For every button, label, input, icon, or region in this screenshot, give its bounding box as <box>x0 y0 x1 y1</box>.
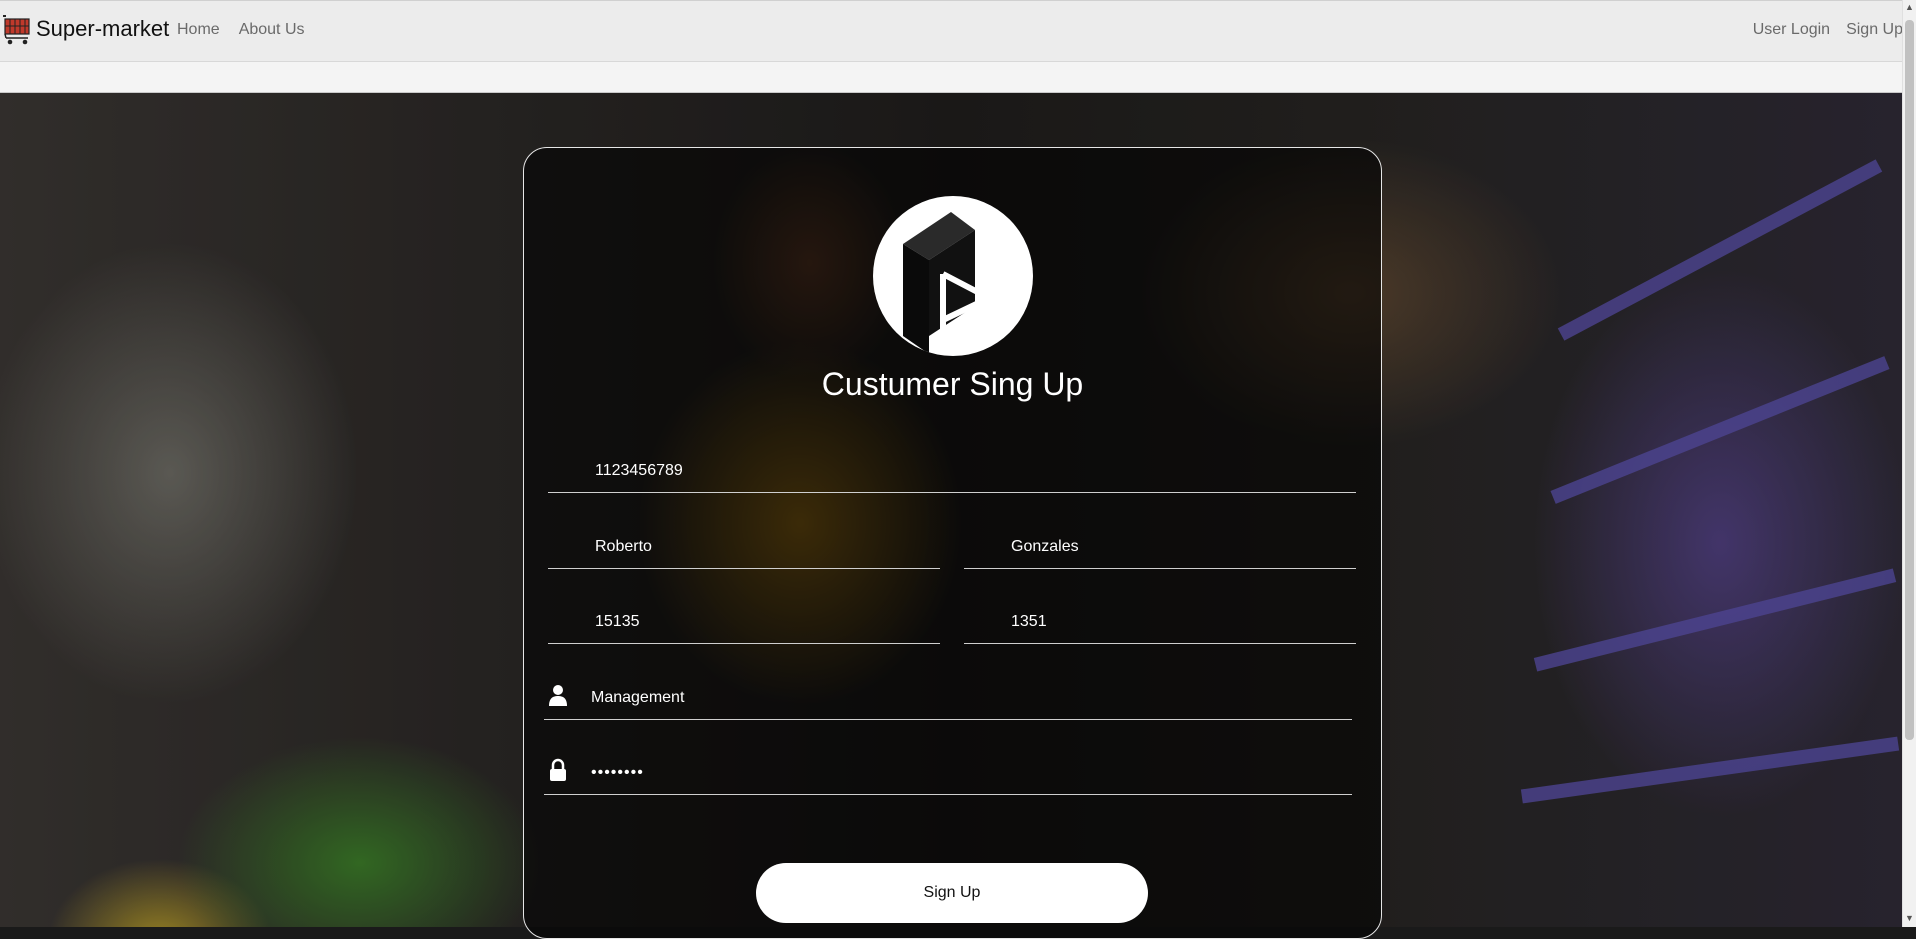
form-title: Custumer Sing Up <box>821 366 1084 402</box>
username-field[interactable]: Management <box>544 671 1352 720</box>
phone-value: 1123456789 <box>595 462 683 479</box>
scroll-thumb[interactable] <box>1905 20 1914 740</box>
nav-link-sign-up[interactable]: Sign Up <box>1846 21 1903 39</box>
scrollbar[interactable]: ▲ ▼ <box>1902 0 1916 927</box>
nav-link-home[interactable]: Home <box>177 21 220 39</box>
scroll-down-icon[interactable]: ▼ <box>1903 913 1916 925</box>
password-field[interactable]: •••••••• <box>544 746 1352 795</box>
first-name-value: Roberto <box>595 538 652 555</box>
phone-field[interactable]: 1123456789 <box>548 444 1356 493</box>
nav-link-user-login[interactable]: User Login <box>1753 21 1830 39</box>
brand[interactable]: Super-market <box>2 13 169 45</box>
signup-card: Custumer Sing Up 1123456789 Roberto Gonz… <box>523 147 1382 939</box>
field-b[interactable]: 1351 <box>964 595 1356 644</box>
navbar: Super-market Home About Us User Login Si… <box>0 0 1903 62</box>
last-name-value: Gonzales <box>1011 538 1079 555</box>
field-a-value: 15135 <box>595 613 640 630</box>
last-name-field[interactable]: Gonzales <box>964 520 1356 569</box>
password-value: •••••••• <box>591 764 644 781</box>
sign-up-button[interactable]: Sign Up <box>756 863 1148 923</box>
brand-name: Super-market <box>36 16 170 41</box>
first-name-field[interactable]: Roberto <box>548 520 940 569</box>
field-a[interactable]: 15135 <box>548 595 940 644</box>
username-value: Management <box>591 689 685 706</box>
lock-icon <box>550 758 566 781</box>
nav-left: Home About Us <box>177 21 305 39</box>
nav-right: User Login Sign Up <box>1753 21 1903 39</box>
field-b-value: 1351 <box>1011 613 1047 630</box>
shopping-cart-icon <box>3 15 30 45</box>
scroll-up-icon[interactable]: ▲ <box>1903 2 1916 14</box>
subbar <box>0 62 1903 93</box>
box-logo-icon <box>903 212 996 354</box>
user-icon <box>549 685 567 706</box>
nav-link-about[interactable]: About Us <box>239 21 305 39</box>
box-logo <box>873 196 1033 356</box>
